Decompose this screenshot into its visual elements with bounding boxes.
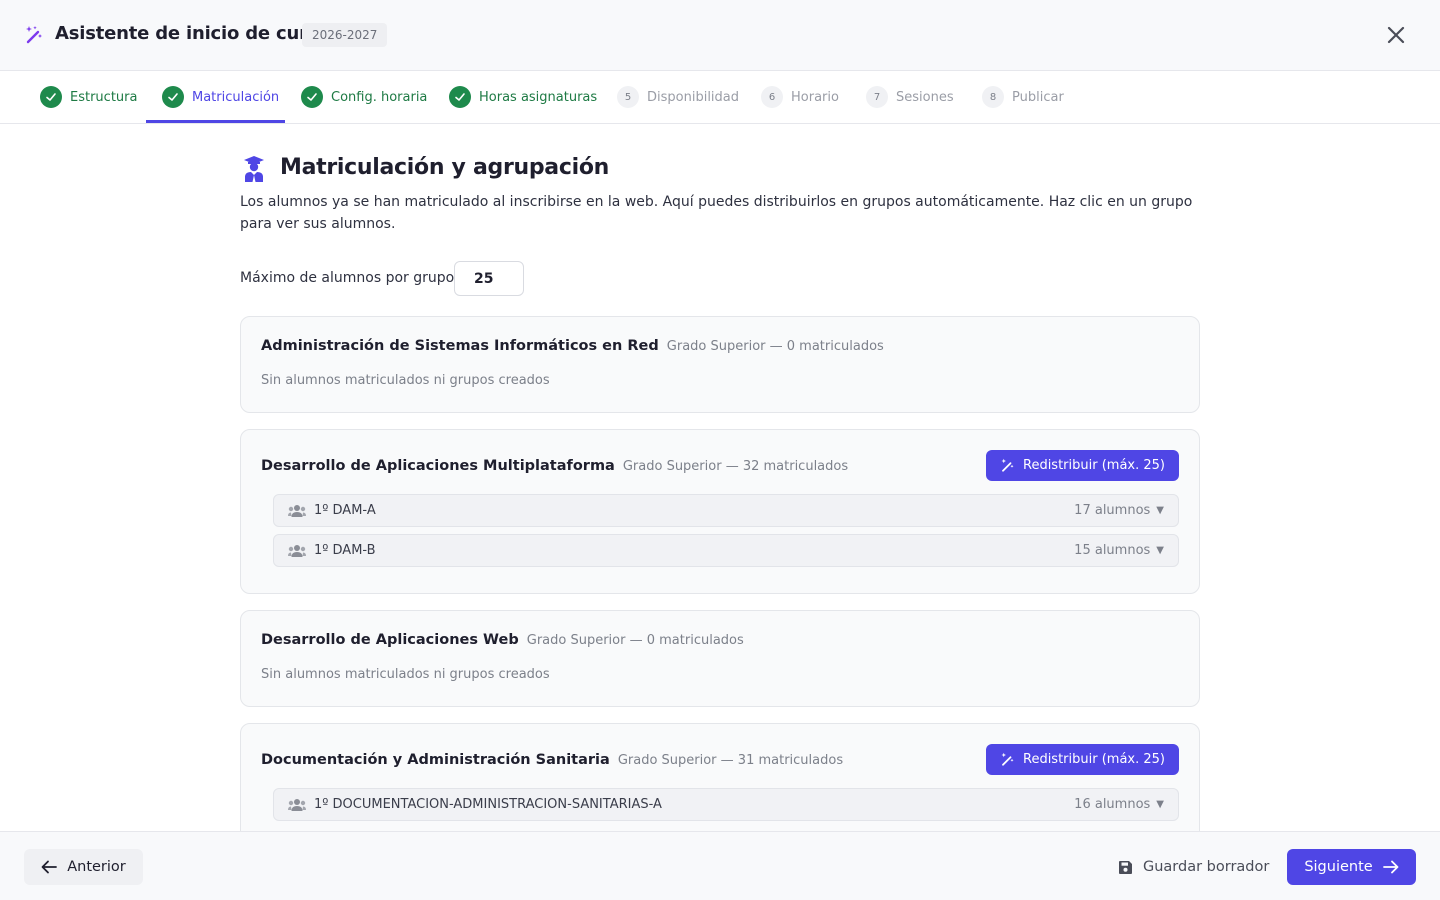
arrow-right-icon (1382, 860, 1399, 874)
redistribute-button[interactable]: Redistribuir (máx. 25) (986, 744, 1179, 775)
cycle-header: Administración de Sistemas Informáticos … (261, 338, 884, 354)
cycle-header: Desarrollo de Aplicaciones Multiplatafor… (261, 458, 848, 474)
redistribute-label: Redistribuir (máx. 25) (1023, 752, 1165, 767)
group-row[interactable]: 1º DOCUMENTACION-ADMINISTRACION-SANITARI… (273, 788, 1179, 821)
caret-down-icon: ▼ (1156, 799, 1164, 810)
step-number: 6 (761, 86, 783, 108)
next-label: Siguiente (1304, 859, 1373, 875)
step-number: 5 (617, 86, 639, 108)
check-icon (162, 86, 184, 108)
users-icon (288, 544, 306, 557)
step-matriculacion[interactable]: Matriculación (162, 71, 279, 123)
cycle-meta: Grado Superior — 0 matriculados (526, 633, 744, 648)
step-label: Matriculación (192, 89, 280, 105)
step-publicar[interactable]: 8 Publicar (982, 71, 1064, 123)
step-disponibilidad[interactable]: 5 Disponibilidad (617, 71, 739, 123)
step-config-horaria[interactable]: Config. horaria (301, 71, 427, 123)
group-row[interactable]: 1º DAM-B 15 alumnos ▼ (273, 534, 1179, 567)
save-draft-label: Guardar borrador (1143, 859, 1270, 875)
step-number: 8 (982, 86, 1004, 108)
caret-down-icon: ▼ (1156, 505, 1164, 516)
step-horario[interactable]: 6 Horario (761, 71, 839, 123)
next-button[interactable]: Siguiente (1287, 849, 1416, 885)
group-count: 16 alumnos (1074, 797, 1151, 812)
page-title: Matriculación y agrupación (280, 155, 610, 180)
previous-label: Anterior (67, 859, 126, 875)
school-year-badge: 2026-2027 (302, 23, 388, 47)
magic-wand-icon (1001, 752, 1014, 766)
group-row[interactable]: 1º DAM-A 17 alumnos ▼ (273, 494, 1179, 527)
cycle-name: Desarrollo de Aplicaciones Multiplatafor… (261, 458, 615, 474)
check-icon (40, 86, 62, 108)
arrow-left-icon (41, 860, 58, 874)
wizard-header: Asistente de inicio de curso 2026-2027 (0, 0, 1440, 71)
cycle-card: Desarrollo de Aplicaciones Web Grado Sup… (240, 610, 1200, 707)
step-label: Config. horaria (331, 89, 428, 105)
cycle-header: Documentación y Administración Sanitaria… (261, 752, 843, 768)
step-label: Horario (791, 89, 839, 105)
step-label: Horas asignaturas (479, 89, 598, 105)
step-label: Estructura (70, 89, 138, 105)
group-name: 1º DAM-B (314, 543, 376, 558)
magic-wand-icon (26, 26, 42, 44)
step-number: 7 (866, 86, 888, 108)
empty-message: Sin alumnos matriculados ni grupos cread… (261, 667, 550, 682)
active-step-indicator (146, 120, 285, 123)
step-label: Sesiones (896, 89, 954, 105)
wizard-steps: Estructura Matriculación Config. horaria… (0, 71, 1440, 124)
caret-down-icon: ▼ (1156, 545, 1164, 556)
step-estructura[interactable]: Estructura (40, 71, 137, 123)
close-icon[interactable] (1385, 24, 1407, 46)
max-students-input[interactable] (454, 261, 524, 296)
group-count: 17 alumnos (1074, 503, 1151, 518)
cycle-header: Desarrollo de Aplicaciones Web Grado Sup… (261, 632, 744, 648)
redistribute-label: Redistribuir (máx. 25) (1023, 458, 1165, 473)
users-icon (288, 504, 306, 517)
save-draft-button[interactable]: Guardar borrador (1118, 849, 1269, 885)
step-horas-asignaturas[interactable]: Horas asignaturas (449, 71, 597, 123)
cycle-meta: Grado Superior — 0 matriculados (666, 339, 884, 354)
empty-message: Sin alumnos matriculados ni grupos cread… (261, 373, 550, 388)
step-sesiones[interactable]: 7 Sesiones (866, 71, 954, 123)
cycle-name: Administración de Sistemas Informáticos … (261, 338, 659, 354)
cycle-name: Documentación y Administración Sanitaria (261, 752, 610, 768)
cycle-meta: Grado Superior — 32 matriculados (622, 459, 849, 474)
group-count: 15 alumnos (1074, 543, 1151, 558)
save-icon (1119, 860, 1132, 874)
magic-wand-icon (1001, 458, 1014, 472)
group-name: 1º DAM-A (314, 503, 376, 518)
step-label: Disponibilidad (647, 89, 740, 105)
cycle-meta: Grado Superior — 31 matriculados (617, 753, 844, 768)
cycle-name: Desarrollo de Aplicaciones Web (261, 632, 519, 648)
users-icon (288, 798, 306, 811)
previous-button[interactable]: Anterior (24, 849, 143, 885)
check-icon (449, 86, 471, 108)
step-label: Publicar (1012, 89, 1064, 105)
graduate-icon (244, 156, 264, 182)
wizard-footer: Anterior Guardar borrador Siguiente (0, 831, 1440, 900)
redistribute-button[interactable]: Redistribuir (máx. 25) (986, 450, 1179, 481)
wizard-title: Asistente de inicio de curso (55, 23, 331, 44)
page-description: Los alumnos ya se han matriculado al ins… (240, 194, 1193, 232)
check-icon (301, 86, 323, 108)
cycle-card: Desarrollo de Aplicaciones Multiplatafor… (240, 429, 1200, 594)
max-students-label: Máximo de alumnos por grupo: (240, 270, 459, 286)
cycle-card: Administración de Sistemas Informáticos … (240, 316, 1200, 413)
group-name: 1º DOCUMENTACION-ADMINISTRACION-SANITARI… (314, 797, 662, 812)
